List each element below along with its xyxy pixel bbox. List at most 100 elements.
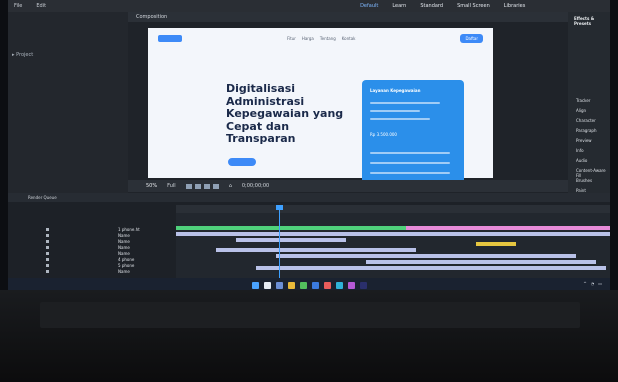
timeline-tracks[interactable] bbox=[176, 205, 610, 281]
hero-title: Digitalisasi Administrasi Kepegawaian ya… bbox=[226, 82, 344, 145]
tab-small-screen[interactable]: Small Screen bbox=[457, 3, 490, 9]
tab-libraries[interactable]: Libraries bbox=[504, 3, 526, 9]
layer-row[interactable]: Name bbox=[26, 251, 162, 256]
tab-standard[interactable]: Standard bbox=[420, 3, 443, 9]
edit-menu[interactable]: Edit bbox=[36, 3, 46, 9]
region-icon[interactable] bbox=[203, 183, 210, 189]
hero-card: Layanan Kepegawaian Rp 3.500.000 bbox=[362, 80, 464, 190]
timecode[interactable]: 0;00;00;00 bbox=[242, 183, 269, 189]
tab-learn[interactable]: Learn bbox=[392, 3, 406, 9]
start-icon[interactable] bbox=[251, 281, 259, 289]
tab-default[interactable]: Default bbox=[360, 3, 378, 9]
mail-icon[interactable] bbox=[323, 281, 331, 289]
playhead-handle[interactable] bbox=[276, 205, 283, 210]
layer-bar[interactable] bbox=[366, 260, 596, 264]
website-logo bbox=[158, 34, 182, 42]
layer-name[interactable]: Name bbox=[118, 239, 130, 244]
transparency-icon[interactable] bbox=[212, 183, 219, 189]
layer-bar[interactable] bbox=[406, 226, 610, 230]
layer-row[interactable]: Name bbox=[26, 245, 162, 250]
layer-row[interactable]: 5 phone bbox=[26, 263, 162, 268]
playhead[interactable] bbox=[279, 205, 280, 285]
store-icon[interactable] bbox=[311, 281, 319, 289]
mask-icon[interactable] bbox=[194, 183, 201, 189]
panel-item-character[interactable]: Character bbox=[576, 118, 596, 123]
wifi-icon[interactable]: ◔ bbox=[591, 281, 595, 286]
card-line bbox=[370, 102, 440, 104]
layer-bar[interactable] bbox=[256, 266, 606, 270]
nav-item: Tentang bbox=[319, 35, 336, 41]
layer-bar[interactable] bbox=[476, 242, 516, 246]
camera-icon[interactable]: ⌂ bbox=[229, 183, 232, 189]
layer-bar[interactable] bbox=[216, 248, 416, 252]
panel-item-content-aware-fill[interactable]: Content-Aware Fill bbox=[576, 168, 610, 178]
viewer-footer: 50% Full ⌂ 0;00;00;00 bbox=[128, 180, 568, 192]
layer-bar[interactable] bbox=[176, 232, 610, 236]
eye-icon[interactable] bbox=[46, 234, 49, 237]
chevron-up-icon[interactable]: ^ bbox=[583, 281, 586, 286]
aftereffects-icon[interactable] bbox=[359, 281, 367, 289]
nav-item: Kontak bbox=[341, 35, 356, 41]
settings-icon[interactable] bbox=[275, 281, 283, 289]
eye-icon[interactable] bbox=[46, 270, 49, 273]
layer-row[interactable]: Name bbox=[26, 269, 162, 274]
layer-name[interactable]: Name bbox=[118, 245, 130, 250]
render-queue-tab[interactable]: Render Queue bbox=[28, 195, 57, 200]
right-panel: Effects & Presets Tracker Align Characte… bbox=[568, 12, 610, 198]
composition-tab-label[interactable]: Composition bbox=[136, 14, 167, 20]
layer-row[interactable]: 1 phone.ht bbox=[26, 227, 162, 232]
layer-name[interactable]: Name bbox=[118, 233, 130, 238]
layer-list: 1 phone.ht Name Name Name Name 4 phone 5… bbox=[26, 209, 162, 281]
system-tray: ^ ◔ ▭ bbox=[583, 281, 602, 286]
layer-bar[interactable] bbox=[236, 238, 346, 242]
timeline-panel: Render Queue 1 phone.ht Name Name Name N… bbox=[8, 193, 610, 285]
eye-icon[interactable] bbox=[46, 246, 49, 249]
layer-row[interactable]: Name bbox=[26, 239, 162, 244]
panel-item-audio[interactable]: Audio bbox=[576, 158, 587, 163]
photos-icon[interactable] bbox=[347, 281, 355, 289]
search-icon[interactable] bbox=[263, 281, 271, 289]
website-signup-button: Daftar bbox=[460, 33, 483, 43]
file-menu[interactable]: File bbox=[14, 3, 22, 9]
panel-item-brushes[interactable]: Brushes bbox=[576, 178, 592, 183]
hero-cta-button bbox=[228, 158, 256, 166]
layer-row[interactable]: Name bbox=[26, 233, 162, 238]
panel-item-info[interactable]: Info bbox=[576, 148, 584, 153]
composition-viewer[interactable]: Fitur Harga Tentang Kontak Daftar Digita… bbox=[148, 28, 493, 190]
card-line bbox=[370, 162, 450, 164]
eye-icon[interactable] bbox=[46, 252, 49, 255]
panel-item-tracker[interactable]: Tracker bbox=[576, 98, 590, 103]
clock[interactable]: ▭ bbox=[598, 281, 602, 286]
card-amount: Rp 3.500.000 bbox=[370, 132, 397, 137]
layer-name[interactable]: 5 phone bbox=[118, 263, 134, 268]
grid-icon[interactable] bbox=[185, 183, 192, 189]
project-panel: ▸ Project bbox=[8, 12, 128, 200]
panel-item-preview[interactable]: Preview bbox=[576, 138, 592, 143]
layer-name[interactable]: 4 phone bbox=[118, 257, 134, 262]
eye-icon[interactable] bbox=[46, 258, 49, 261]
laptop-photo: File Edit Default Learn Standard Small S… bbox=[0, 0, 618, 382]
timeline-tabs: Render Queue bbox=[8, 193, 610, 202]
layer-bar[interactable] bbox=[176, 226, 406, 230]
chrome-icon[interactable] bbox=[299, 281, 307, 289]
menubar: File Edit Default Learn Standard Small S… bbox=[8, 0, 610, 12]
composition-tabbar[interactable]: Composition bbox=[128, 12, 568, 22]
layer-name[interactable]: Name bbox=[118, 251, 130, 256]
eye-icon[interactable] bbox=[46, 264, 49, 267]
time-ruler[interactable] bbox=[176, 205, 610, 213]
layer-name[interactable]: 1 phone.ht bbox=[118, 227, 140, 232]
file-explorer-icon[interactable] bbox=[287, 281, 295, 289]
panel-item-paragraph[interactable]: Paragraph bbox=[576, 128, 597, 133]
resolution-select[interactable]: Full bbox=[167, 183, 176, 189]
layer-row[interactable]: 4 phone bbox=[26, 257, 162, 262]
card-line bbox=[370, 172, 450, 174]
layer-name[interactable]: Name bbox=[118, 269, 130, 274]
panel-item-align[interactable]: Align bbox=[576, 108, 586, 113]
website-nav-items: Fitur Harga Tentang Kontak bbox=[287, 36, 356, 41]
eye-icon[interactable] bbox=[46, 240, 49, 243]
edge-icon[interactable] bbox=[335, 281, 343, 289]
card-line bbox=[370, 118, 430, 120]
layer-bar[interactable] bbox=[276, 254, 576, 258]
eye-icon[interactable] bbox=[46, 228, 49, 231]
zoom-select[interactable]: 50% bbox=[146, 183, 157, 189]
